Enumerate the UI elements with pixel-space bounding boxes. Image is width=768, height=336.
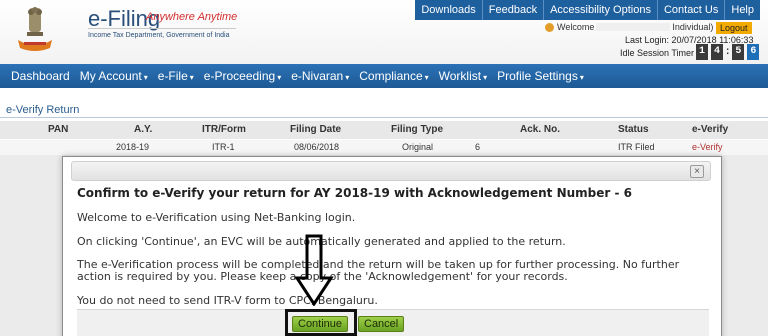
topnav-downloads[interactable]: Downloads	[415, 0, 481, 20]
chevron-down-icon: ▾	[579, 73, 584, 82]
column-header-filing-type: Filing Type	[391, 124, 444, 135]
column-header-ay: A.Y.	[134, 124, 153, 135]
chevron-down-icon: ▾	[277, 73, 282, 82]
cell-itr: ITR-1	[212, 142, 235, 152]
column-header-ack-no: Ack. No.	[520, 124, 561, 135]
column-header-status: Status	[618, 124, 649, 135]
column-header-pan: PAN	[48, 124, 69, 135]
chevron-down-icon: ▾	[424, 73, 429, 82]
emblem-logo-icon[interactable]	[16, 4, 54, 54]
table-row: 2018-19 ITR-1 08/06/2018 Original 6 ITR …	[0, 140, 768, 155]
topnav-contact[interactable]: Contact Us	[656, 0, 724, 20]
continue-button[interactable]: Continue	[292, 316, 349, 332]
confirm-dialog: × Confirm to e-Verify your return for AY…	[62, 156, 722, 336]
nav-profile-settings[interactable]: Profile Settings ▾	[492, 64, 589, 88]
nav-label: Dashboard	[11, 69, 70, 83]
column-header-filing-date: Filing Date	[290, 124, 342, 135]
page-title: e-Verify Return	[6, 104, 80, 116]
table-header: PAN A.Y. ITR/Form Filing Date Filing Typ…	[0, 121, 768, 139]
cell-filing-type: Original	[402, 142, 434, 152]
dialog-text-welcome: Welcome to e-Verification using Net-Bank…	[77, 211, 356, 224]
nav-worklist[interactable]: Worklist ▾	[434, 64, 492, 88]
nav-label: Profile Settings	[497, 69, 578, 83]
nav-e-nivaran[interactable]: e-Nivaran ▾	[286, 64, 354, 88]
idle-session-timer: 1 4 : 5 6	[696, 44, 760, 60]
site-header: e-Filing Anywhere Anytime Income Tax Dep…	[0, 0, 768, 64]
brand-divider	[88, 28, 236, 29]
section-divider	[0, 117, 768, 118]
page-root: e-Filing Anywhere Anytime Income Tax Dep…	[0, 0, 768, 336]
cancel-button[interactable]: Cancel	[358, 316, 405, 332]
nav-dashboard[interactable]: Dashboard	[6, 64, 75, 88]
cell-filing-date: 08/06/2018	[294, 142, 340, 152]
nav-label: e-Nivaran	[291, 69, 344, 83]
top-utility-nav: Downloads Feedback Accessibility Options…	[415, 0, 760, 20]
timer-digit: 1	[696, 44, 708, 60]
nav-label: My Account	[79, 69, 142, 83]
timer-digit: 5	[732, 44, 745, 60]
logout-button[interactable]: Logout	[716, 22, 752, 34]
nav-e-file[interactable]: e-File ▾	[153, 64, 199, 88]
e-verify-link[interactable]: e-Verify	[692, 140, 723, 155]
column-header-itr: ITR/Form	[202, 124, 246, 135]
nav-label: Compliance	[359, 69, 423, 83]
welcome-prefix: Welcome	[557, 22, 595, 32]
chevron-down-icon: ▾	[483, 73, 488, 82]
topnav-accessibility[interactable]: Accessibility Options	[543, 0, 657, 20]
dialog-titlebar: ×	[71, 161, 711, 181]
nav-compliance[interactable]: Compliance ▾	[354, 64, 433, 88]
nav-my-account[interactable]: My Account ▾	[75, 64, 153, 88]
cell-ack-no: 6	[475, 142, 481, 152]
chevron-down-icon: ▾	[143, 73, 148, 82]
cell-ay: 2018-19	[116, 142, 150, 152]
timer-colon: :	[726, 46, 730, 57]
department-name: Income Tax Department, Government of Ind…	[88, 32, 230, 39]
idle-timer-label: Idle Session Timer	[620, 48, 695, 58]
column-header-e-verify: e-Verify	[692, 124, 729, 135]
nav-label: Worklist	[438, 69, 482, 83]
down-arrow-annotation-icon	[294, 234, 334, 306]
timer-digit: 6	[747, 44, 760, 60]
topnav-help[interactable]: Help	[724, 0, 760, 20]
welcome-suffix: Individual)	[672, 22, 714, 32]
chevron-down-icon: ▾	[345, 73, 350, 82]
nav-label: e-File	[157, 69, 188, 83]
chevron-down-icon: ▾	[189, 73, 194, 82]
nav-e-proceeding[interactable]: e-Proceeding ▾	[199, 64, 286, 88]
welcome-message: Welcome Individual)	[545, 22, 713, 32]
close-icon[interactable]: ×	[690, 165, 704, 178]
topnav-feedback[interactable]: Feedback	[481, 0, 543, 20]
user-icon	[545, 22, 554, 32]
nav-label: e-Proceeding	[203, 69, 276, 83]
cell-status: ITR Filed	[618, 142, 655, 152]
dialog-title: Confirm to e-Verify your return for AY 2…	[77, 186, 633, 200]
brand-tagline: Anywhere Anytime	[146, 11, 238, 23]
redacted-username	[596, 23, 671, 31]
main-navigation: Dashboard My Account ▾ e-File ▾ e-Proceedi…	[0, 64, 768, 88]
timer-digit: 4	[711, 44, 723, 60]
